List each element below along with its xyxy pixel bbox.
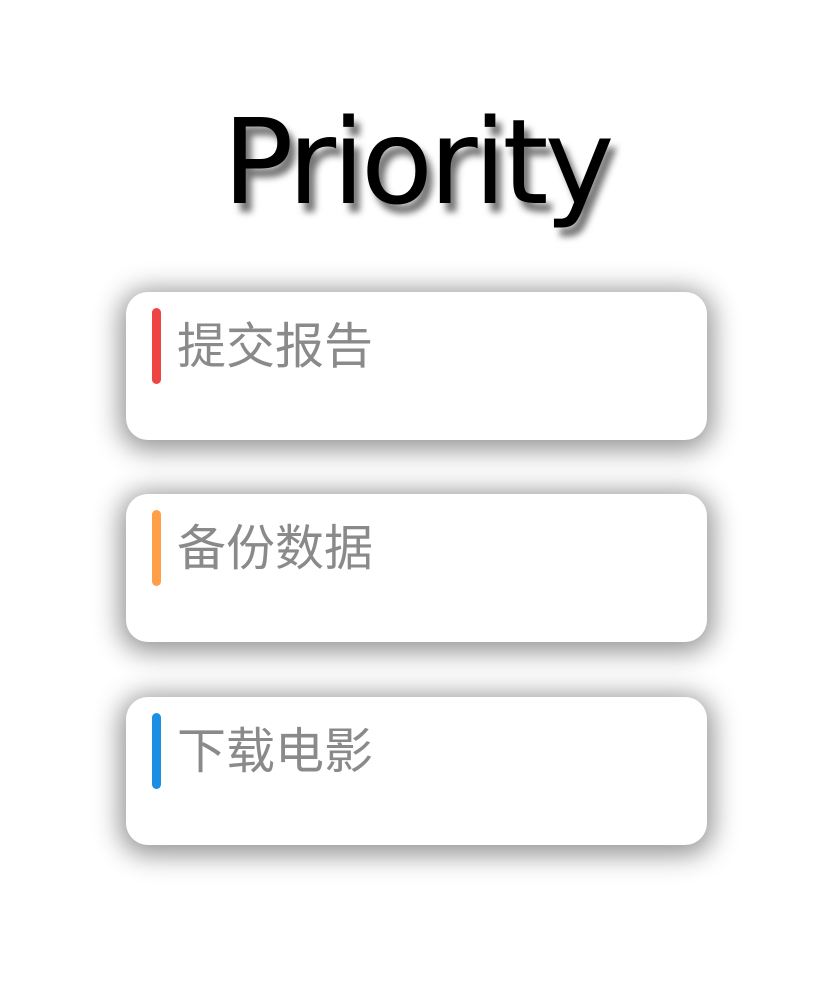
task-label: 提交报告	[177, 318, 374, 375]
task-card[interactable]: 下载电影	[126, 697, 707, 845]
task-card[interactable]: 备份数据	[126, 494, 707, 642]
task-label: 下载电影	[177, 723, 374, 780]
priority-bar-high	[152, 308, 161, 384]
priority-bar-low	[152, 713, 161, 789]
page-title: Priority	[222, 93, 615, 231]
task-label: 备份数据	[177, 520, 374, 577]
priority-bar-medium	[152, 510, 161, 586]
task-card[interactable]: 提交报告	[126, 292, 707, 440]
